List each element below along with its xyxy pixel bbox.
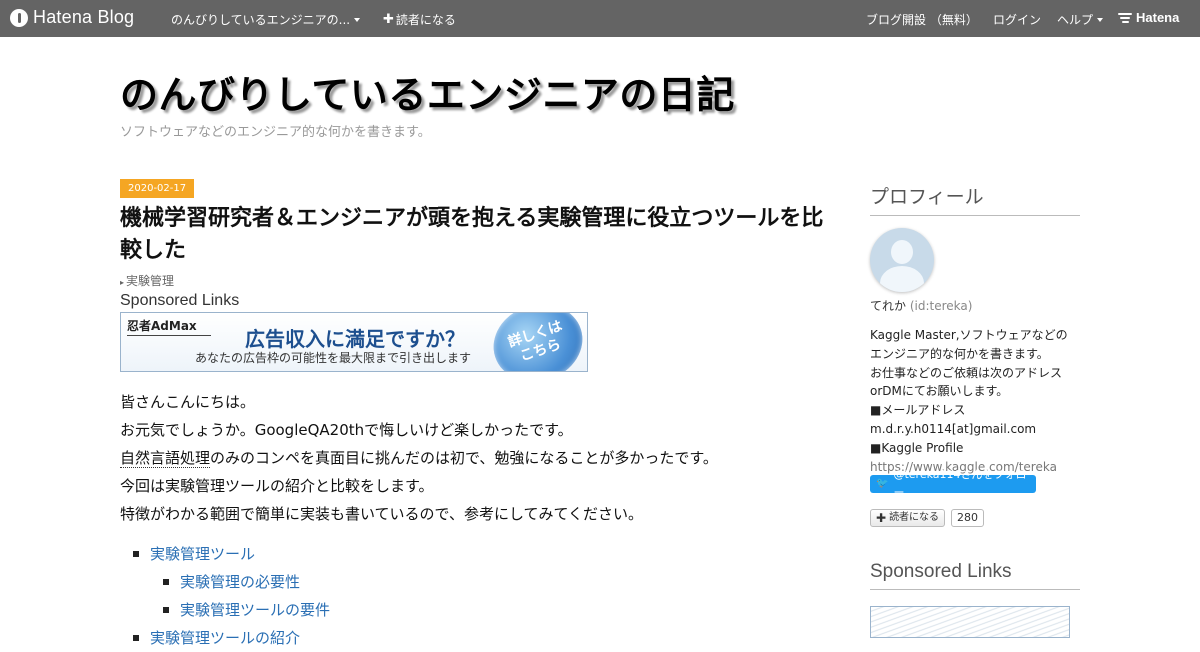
open-blog-label: ブログ開設 （無料） (866, 13, 978, 27)
subscriber-count[interactable]: 280 (951, 509, 984, 527)
login-label: ログイン (993, 13, 1042, 27)
toc-item[interactable]: 実験管理ツールの紹介 (120, 624, 330, 652)
subscribe-button-label: 読者になる (889, 512, 940, 523)
entry-date-badge[interactable]: 2020-02-17 (120, 179, 195, 198)
ad-subline: あなたの広告枠の可能性を最大限まで引き出します (195, 351, 472, 365)
entry-title[interactable]: 機械学習研究者＆エンジニアが頭を抱える実験管理に役立つツールを比較した (120, 203, 840, 267)
about-line: ■Kaggle Profile (870, 440, 964, 455)
user-silhouette-icon (891, 240, 913, 264)
subscribe-button[interactable]: ✚ 読者になる (870, 509, 946, 527)
hatena-blog-logo[interactable]: Hatena Blog (10, 7, 134, 28)
about-line: m.d.r.y.h0114[at]gmail.com (870, 421, 1037, 436)
hatena-logo[interactable]: Hatena (1118, 10, 1179, 25)
hatena-blog-logo-text: Hatena Blog (33, 7, 135, 27)
profile-heading: プロフィール (870, 182, 1080, 216)
blog-title[interactable]: のんびりしているエンジニアの日記 (120, 64, 735, 119)
ad-brand: 忍者AdMax (127, 317, 211, 336)
entry-body: 皆さんこんにちは。 お元気でしょうか。GoogleQA20thで悔しいけど楽しか… (120, 388, 840, 528)
twitter-follow-button[interactable]: 🐦 @tereka114さんをフォロー (870, 468, 1036, 499)
entry-category[interactable]: ▸ 実験管理 (120, 272, 174, 289)
sidebar-sponsored-heading: Sponsored Links (870, 561, 1080, 590)
plus-icon: ✚ (876, 511, 887, 525)
global-header: Hatena Blog のんびりしているエンジニアの... ✚ 読者になる ブロ… (0, 0, 1200, 37)
twitter-bird-icon: 🐦 (876, 478, 889, 489)
table-of-contents: 実験管理ツール 実験管理の必要性 実験管理ツールの要件 実験管理ツールの紹介 (120, 540, 330, 652)
help-label: ヘルプ (1057, 13, 1094, 27)
hatena-logo-text: Hatena (1136, 10, 1180, 25)
body-line: 自然言語処理のみのコンペを真面目に挑んだのは初で、勉強になることが多かったです。 (120, 444, 840, 472)
avatar[interactable] (870, 228, 934, 292)
login-link[interactable]: ログイン (993, 11, 1041, 28)
toc-item[interactable]: 実験管理ツール (120, 540, 330, 568)
body-line: 特徴がわかる範囲で簡単に実装も書いているので、参考にしてみてください。 (120, 505, 644, 523)
profile-about: Kaggle Master,ソフトウェアなどの エンジニア的な何かを書きます。 … (870, 326, 1080, 476)
body-line-text: のみのコンペを真面目に挑んだのは初で、勉強になることが多かったです。 (210, 449, 718, 467)
hatena-blog-logo-icon (10, 8, 28, 27)
toc-item[interactable]: 実験管理の必要性 (120, 568, 330, 596)
about-line: ■メールアドレス (870, 403, 966, 418)
profile-display-name: てれか (870, 299, 907, 313)
twitter-follow-label: @tereka114さんをフォロー (893, 468, 1027, 499)
sidebar-ad-banner[interactable] (870, 606, 1070, 638)
chevron-down-icon (1097, 17, 1104, 22)
blog-menu-dropdown[interactable]: のんびりしているエンジニアの... (171, 11, 361, 28)
sponsored-links-label: Sponsored Links (120, 292, 240, 309)
chevron-down-icon (354, 17, 361, 22)
ad-banner[interactable]: 忍者AdMax 広告収入に満足ですか？ あなたの広告枠の可能性を最大限まで引き出… (120, 312, 588, 372)
subscribe-header-button[interactable]: ✚ 読者になる (383, 11, 456, 28)
about-line: Kaggle Master,ソフトウェアなどの (870, 328, 1068, 342)
ad-headline: 広告収入に満足ですか？ (245, 327, 465, 351)
toc-item[interactable]: 実験管理ツールの要件 (120, 596, 330, 624)
plus-icon: ✚ (383, 12, 394, 27)
ad-cta-bubble[interactable]: 詳しくは こちら (483, 313, 587, 371)
profile-name[interactable]: てれか (id:tereka) (870, 297, 972, 314)
subscribe-header-label: 読者になる (395, 13, 456, 27)
body-line: お元気でしょうか。GoogleQA20thで悔しいけど楽しかったです。 (120, 421, 573, 439)
hatena-lines-icon (1118, 11, 1132, 25)
body-line: 皆さんこんにちは。 (120, 393, 256, 411)
about-line: orDMにてお願いします。 (870, 384, 1009, 399)
blog-description: ソフトウェアなどのエンジニア的な何かを書きます。 (120, 125, 431, 140)
about-line: お仕事などのご依頼は次のアドレス (870, 365, 1063, 380)
open-blog-link[interactable]: ブログ開設 （無料） (866, 11, 978, 28)
about-line: エンジニア的な何かを書きます。 (870, 346, 1049, 361)
triangle-right-icon: ▸ (120, 278, 125, 287)
blog-menu-label: のんびりしているエンジニアの... (171, 13, 351, 27)
body-line: 今回は実験管理ツールの紹介と比較をします。 (120, 477, 434, 495)
profile-user-id: (id:tereka) (909, 299, 973, 313)
help-dropdown[interactable]: ヘルプ (1057, 11, 1104, 28)
ad-brand-text: 忍者AdMax (127, 319, 197, 333)
entry-category-label: 実験管理 (126, 274, 175, 288)
keyword-link[interactable]: 自然言語処理 (120, 449, 211, 468)
